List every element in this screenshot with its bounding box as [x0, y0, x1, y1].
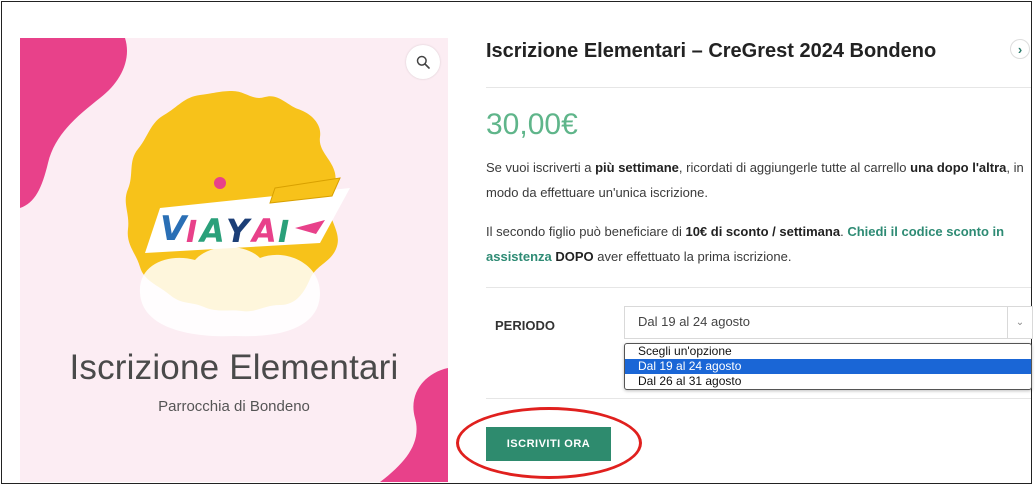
period-select[interactable]: Dal 19 al 24 agosto ⌄: [624, 306, 1033, 339]
svg-text:A: A: [249, 212, 277, 250]
svg-text:I: I: [186, 215, 197, 250]
description-segment: aver effettuato la prima iscrizione.: [593, 249, 792, 264]
period-select-value: Dal 19 al 24 agosto: [638, 314, 751, 329]
svg-text:A: A: [197, 212, 225, 250]
product-price: 30,00€: [486, 108, 578, 141]
description-segment: Il secondo figlio può beneficiare di: [486, 224, 686, 239]
period-option[interactable]: Scegli un'opzione: [625, 344, 1031, 359]
next-product-button[interactable]: ›: [1010, 39, 1030, 59]
variation-divider: [486, 287, 1031, 288]
svg-text:Y: Y: [226, 212, 252, 250]
description-segment: più settimane: [595, 160, 679, 175]
description-segment: una dopo l'altra: [910, 160, 1007, 175]
title-divider: [486, 87, 1031, 88]
period-option[interactable]: Dal 19 al 24 agosto: [625, 359, 1031, 374]
product-title: Iscrizione Elementari – CreGrest 2024 Bo…: [486, 40, 937, 62]
highlight-circle: [456, 407, 642, 479]
description-paragraph-2: Il secondo figlio può beneficiare di 10€…: [486, 219, 1026, 269]
description-segment: DOPO: [555, 249, 594, 264]
svg-text:I: I: [278, 215, 289, 250]
decorative-blobs: V I A Y A I: [20, 38, 448, 482]
chevron-down-icon: ⌄: [1007, 307, 1032, 338]
description-segment: Se vuoi iscriverti a: [486, 160, 596, 175]
description-segment: 10€ di sconto / settimana: [685, 224, 841, 239]
description-segment: , ricordati di aggiungerle tutte al carr…: [678, 160, 911, 175]
period-option[interactable]: Dal 26 al 31 agosto: [625, 374, 1031, 389]
svg-text:V: V: [160, 209, 189, 249]
image-subtitle: Parrocchia di Bondeno: [158, 398, 310, 415]
period-dropdown-list[interactable]: Scegli un'opzione Dal 19 al 24 agosto Dal …: [624, 343, 1032, 390]
magnifier-icon: [416, 55, 430, 69]
image-title: Iscrizione Elementari: [69, 348, 399, 387]
zoom-button[interactable]: [406, 45, 440, 79]
product-image[interactable]: V I A Y A I Iscrizione Elementari Parroc…: [20, 38, 448, 482]
variation-label: PERIODO: [495, 318, 555, 333]
cart-divider: [486, 398, 1031, 399]
chevron-right-icon: ›: [1017, 41, 1023, 57]
description-paragraph-1: Se vuoi iscriverti a più settimane, rico…: [486, 155, 1026, 205]
